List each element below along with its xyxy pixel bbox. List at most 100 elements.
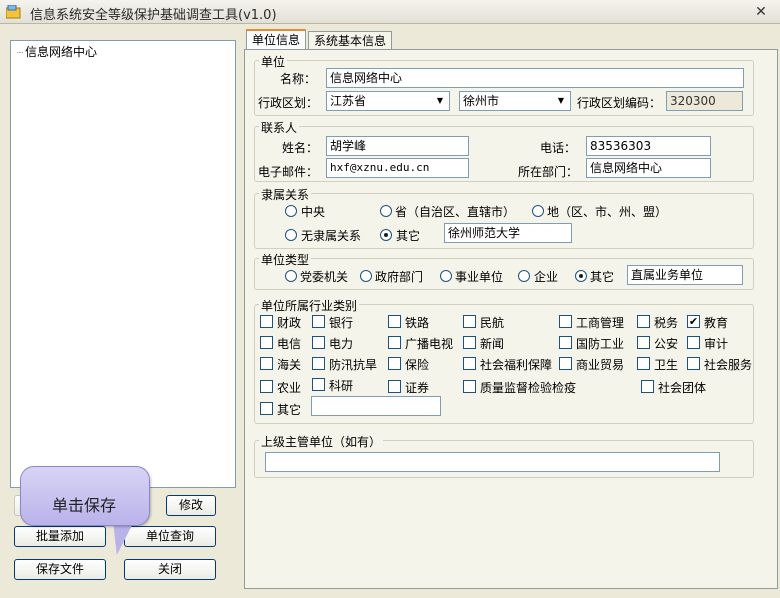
affiliation-option-label: 地（区、市、州、盟）: [547, 205, 668, 219]
industry-option-label: 海关: [277, 358, 302, 372]
superior-unit-field[interactable]: [265, 452, 720, 472]
industry-checkbox[interactable]: [260, 315, 273, 328]
industry-checkbox[interactable]: [260, 357, 273, 370]
city-select[interactable]: 徐州市 ▼: [459, 91, 571, 111]
tab-unit-info[interactable]: 单位信息: [246, 29, 307, 51]
name-label: 名称：: [280, 72, 317, 86]
industry-checkbox[interactable]: [312, 315, 325, 328]
industry-option-label: 电力: [329, 337, 354, 351]
unit-type-option-label: 企业: [534, 270, 559, 284]
affiliation-option-label: 省（自治区、直辖市）: [395, 205, 516, 219]
affiliation-radio-other[interactable]: [380, 229, 392, 241]
close-window-icon[interactable]: ✕: [750, 3, 772, 21]
phone-field[interactable]: 83536303: [586, 136, 711, 156]
affiliation-radio-none[interactable]: [285, 229, 297, 241]
unit-name-field[interactable]: 信息网络中心: [326, 68, 744, 88]
email-label: 电子邮件：: [258, 165, 319, 179]
industry-checkbox[interactable]: [687, 336, 700, 349]
save-file-button[interactable]: 保存文件: [14, 559, 106, 580]
industry-checkbox[interactable]: [463, 357, 476, 370]
industry-checkbox[interactable]: [637, 357, 650, 370]
batch-add-button[interactable]: 批量添加: [14, 526, 106, 547]
industry-option-label: 商业贸易: [576, 358, 625, 372]
unit-type-option-label: 其它: [590, 270, 615, 284]
industry-option-label: 社会团体: [658, 381, 707, 395]
industry-checkbox[interactable]: [312, 357, 325, 370]
unit-tree[interactable]: ┈ 信息网络中心: [10, 40, 236, 488]
affiliation-radio-prefecture[interactable]: [532, 205, 544, 217]
chevron-down-icon: ▼: [553, 93, 569, 109]
industry-checkbox[interactable]: [559, 357, 572, 370]
window-title: 信息系统安全等级保护基础调查工具(v1.0): [30, 8, 277, 23]
industry-option-label: 教育: [704, 316, 729, 330]
industry-other-field[interactable]: [311, 396, 441, 416]
affiliation-radio-central[interactable]: [285, 205, 297, 217]
department-label: 所在部门：: [518, 165, 579, 179]
industry-checkbox[interactable]: [312, 378, 325, 391]
unit-query-button[interactable]: 单位查询: [124, 526, 216, 547]
industry-option-label: 其它: [277, 403, 302, 417]
tab-system-info[interactable]: 系统基本信息: [308, 31, 393, 51]
industry-option-label: 银行: [329, 316, 354, 330]
industry-checkbox[interactable]: [388, 357, 401, 370]
industry-checkbox[interactable]: [687, 357, 700, 370]
industry-option-label: 审计: [704, 337, 729, 351]
affiliation-other-field[interactable]: 徐州师范大学: [444, 223, 572, 243]
industry-option-label: 电信: [277, 337, 302, 351]
industry-option-label: 农业: [277, 381, 302, 395]
industry-option-label: 科研: [329, 379, 354, 393]
unit-type-option-label: 事业单位: [455, 270, 504, 284]
close-button[interactable]: 关闭: [124, 559, 216, 580]
industry-checkbox[interactable]: [388, 380, 401, 393]
phone-label: 电话：: [540, 141, 577, 155]
industry-option-label: 防汛抗旱: [329, 358, 378, 372]
industry-option-label: 铁路: [405, 316, 430, 330]
affiliation-radio-province[interactable]: [380, 205, 392, 217]
industry-group-label: 单位所属行业类别: [259, 297, 360, 314]
unit-group-label: 单位: [259, 53, 288, 70]
tree-item-unit[interactable]: ┈ 信息网络中心: [17, 43, 97, 60]
industry-checkbox[interactable]: [463, 380, 476, 393]
unit-type-radio-party[interactable]: [285, 270, 297, 282]
industry-checkbox[interactable]: [388, 315, 401, 328]
industry-checkbox[interactable]: [388, 336, 401, 349]
industry-checkbox[interactable]: [463, 315, 476, 328]
unit-type-radio-government[interactable]: [360, 270, 372, 282]
industry-checkbox-checked[interactable]: ✔: [687, 315, 700, 328]
industry-checkbox[interactable]: [559, 336, 572, 349]
unit-type-radio-institution[interactable]: [440, 270, 452, 282]
tree-item-label: 信息网络中心: [25, 45, 98, 59]
region-label: 行政区划：: [258, 96, 319, 110]
industry-checkbox[interactable]: [312, 336, 325, 349]
industry-option-label: 工商管理: [576, 316, 625, 330]
unit-type-other-field[interactable]: 直属业务单位: [627, 265, 743, 285]
industry-option-label: 质量监督检验检疫: [480, 381, 577, 395]
department-field[interactable]: 信息网络中心: [586, 158, 711, 178]
unit-type-radio-enterprise[interactable]: [518, 270, 530, 282]
contact-name-field[interactable]: 胡学峰: [326, 136, 469, 156]
affiliation-group-label: 隶属关系: [259, 186, 312, 203]
industry-checkbox[interactable]: [641, 380, 654, 393]
email-field[interactable]: hxf@xznu.edu.cn: [326, 158, 469, 178]
region-code-field: 320300: [666, 91, 743, 111]
unit-type-radio-other[interactable]: [575, 270, 587, 282]
industry-checkbox[interactable]: [260, 402, 273, 415]
industry-checkbox[interactable]: [637, 315, 650, 328]
affiliation-option-label: 其它: [396, 229, 421, 243]
province-select[interactable]: 江苏省 ▼: [326, 91, 450, 111]
industry-option-label: 新闻: [480, 337, 505, 351]
industry-option-label: 社会福利保障: [480, 358, 553, 372]
industry-checkbox[interactable]: [559, 315, 572, 328]
industry-checkbox[interactable]: [463, 336, 476, 349]
industry-checkbox[interactable]: [260, 380, 273, 393]
industry-checkbox[interactable]: [260, 336, 273, 349]
modify-button[interactable]: 修改: [166, 495, 216, 516]
contact-group-label: 联系人: [259, 119, 300, 136]
city-value: 徐州市: [463, 94, 500, 108]
unit-type-option-label: 政府部门: [375, 270, 424, 284]
industry-checkbox[interactable]: [637, 336, 650, 349]
affiliation-option-label: 无隶属关系: [301, 229, 362, 243]
superior-group-label: 上级主管单位（如有）: [259, 433, 384, 450]
region-code-label: 行政区划编码：: [577, 96, 662, 110]
title-bar: 信息系统安全等级保护基础调查工具(v1.0) ✕: [0, 0, 780, 24]
